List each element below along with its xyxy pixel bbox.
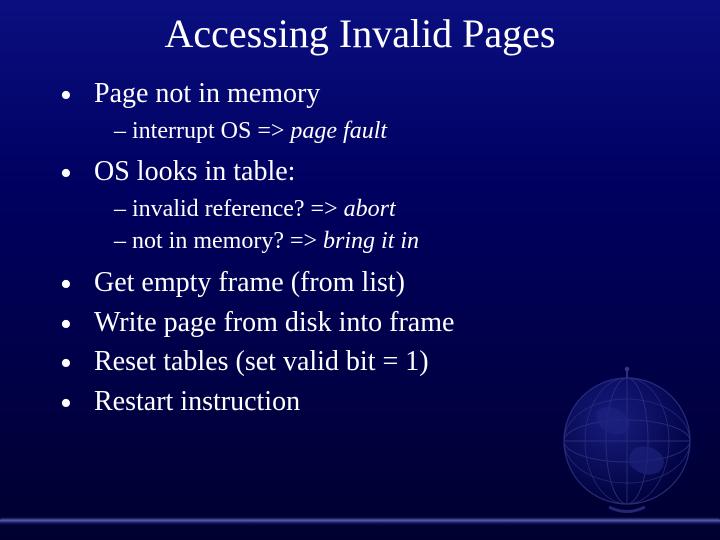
bullet-item: Write page from disk into frame [60, 304, 720, 342]
sub-item: invalid reference? => abort [114, 193, 720, 225]
bullet-item: Get empty frame (from list) [60, 264, 720, 302]
sub-list: interrupt OS => page fault [94, 115, 720, 147]
sub-list: invalid reference? => abort not in memor… [94, 193, 720, 258]
bullet-text: OS looks in table: [94, 156, 295, 187]
sub-text: not in memory? => [132, 228, 323, 254]
footer-divider [0, 520, 720, 524]
slide: Accessing Invalid Pages Page not in memo… [0, 0, 720, 540]
sub-item: not in memory? => bring it in [114, 225, 720, 257]
bullet-text: Page not in memory [94, 78, 320, 109]
bullet-text: Get empty frame (from list) [94, 267, 405, 298]
bullet-item: OS looks in table: invalid reference? =>… [60, 153, 720, 258]
sub-item: interrupt OS => page fault [114, 115, 720, 147]
sub-italic: page fault [290, 118, 387, 144]
bullet-item: Page not in memory interrupt OS => page … [60, 75, 720, 147]
sub-italic: bring it in [323, 228, 419, 254]
globe-icon [552, 366, 702, 516]
bullet-text: Write page from disk into frame [94, 307, 454, 338]
sub-text: interrupt OS => [132, 118, 290, 144]
bullet-text: Reset tables (set valid bit = 1) [94, 346, 429, 377]
sub-text: invalid reference? => [132, 196, 344, 222]
bullet-text: Restart instruction [94, 386, 300, 417]
sub-italic: abort [344, 196, 396, 222]
slide-title: Accessing Invalid Pages [0, 0, 720, 57]
